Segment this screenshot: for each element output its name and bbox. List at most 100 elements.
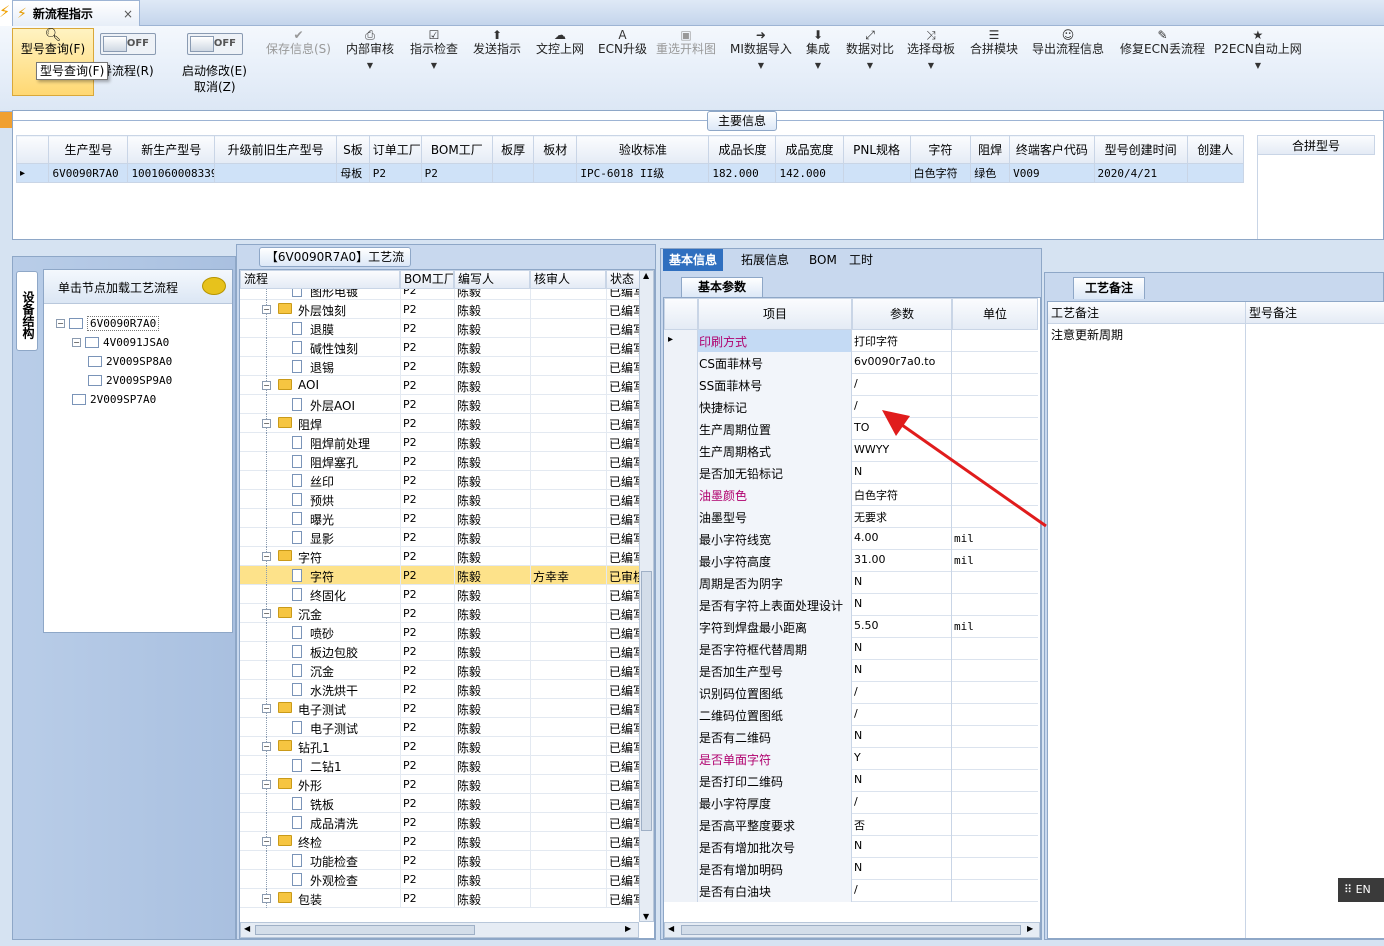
table-row[interactable]: 二钻1 P2 陈毅 已编写	[240, 756, 640, 775]
table-row[interactable]: − 钻孔1 P2 陈毅 已编写	[240, 737, 640, 756]
main-cell[interactable]: 2020/4/21	[1093, 163, 1188, 183]
table-row[interactable]: 曝光 P2 陈毅 已编写	[240, 509, 640, 528]
param-row[interactable]: 是否有白油块 /	[664, 880, 1038, 902]
param-row[interactable]: 是否有字符上表面处理设计 N	[664, 594, 1038, 616]
param-hscroll-thumb[interactable]	[681, 925, 1021, 935]
table-row[interactable]: − 电子测试 P2 陈毅 已编写	[240, 699, 640, 718]
table-row[interactable]: 终固化 P2 陈毅 已编写	[240, 585, 640, 604]
startmod-label[interactable]: 启动修改(E)	[182, 62, 247, 79]
table-row[interactable]: 显影 P2 陈毅 已编写	[240, 528, 640, 547]
chevron-down-icon[interactable]: ▼	[730, 57, 792, 71]
toolbar-button-6[interactable]: ▣ 重选开料图	[656, 28, 716, 57]
param-value[interactable]: 6v0090r7a0.to	[852, 352, 952, 374]
table-row[interactable]: 退膜 P2 陈毅 已编写	[240, 319, 640, 338]
tree-node[interactable]: − 4V0091JSA0	[72, 333, 169, 351]
chevron-down-icon[interactable]: ▼	[410, 57, 458, 71]
param-row[interactable]: 是否单面字符 Y	[664, 748, 1038, 770]
table-row[interactable]: − 字符 P2 陈毅 已编写	[240, 547, 640, 566]
main-cell[interactable]: 母板	[336, 163, 370, 183]
collapse-icon[interactable]: −	[262, 894, 271, 903]
cancel-label[interactable]: 取消(Z)	[194, 78, 236, 95]
table-row[interactable]: 铣板 P2 陈毅 已编写	[240, 794, 640, 813]
flow-toggle[interactable]: OFF	[100, 33, 156, 55]
collapse-icon[interactable]: −	[56, 318, 65, 328]
toolbar-button-2[interactable]: ☑ 指示检查 ▼	[410, 28, 458, 71]
subtab-basic-params[interactable]: 基本参数	[681, 277, 763, 297]
main-cell[interactable]: 10010600083393	[127, 163, 215, 183]
table-row[interactable]: 电子测试 P2 陈毅 已编写	[240, 718, 640, 737]
table-row[interactable]: 字符 P2 陈毅 方幸幸 已审核	[240, 566, 640, 585]
scroll-down-icon[interactable]: ▼	[643, 912, 649, 921]
scroll-left-icon[interactable]: ◀	[668, 924, 674, 933]
scroll-left-icon[interactable]: ◀	[244, 924, 250, 933]
param-row[interactable]: 是否有增加明码 N	[664, 858, 1038, 880]
param-row[interactable]: 是否打印二维码 N	[664, 770, 1038, 792]
toolbar-button-4[interactable]: ☁ 文控上网	[536, 28, 584, 57]
collapse-icon[interactable]: −	[262, 419, 271, 428]
main-cell[interactable]	[533, 163, 578, 183]
param-row[interactable]: CS面菲林号 6v0090r7a0.to	[664, 352, 1038, 374]
chevron-down-icon[interactable]: ▼	[907, 57, 955, 71]
process-vscroll[interactable]: ▲ ▼	[639, 270, 654, 922]
toolbar-button-13[interactable]: ✎ 修复ECN丢流程	[1120, 28, 1205, 57]
table-row[interactable]: 退锡 P2 陈毅 已编写	[240, 357, 640, 376]
param-row[interactable]: 最小字符厚度 /	[664, 792, 1038, 814]
table-row[interactable]: − 终检 P2 陈毅 已编写	[240, 832, 640, 851]
param-row[interactable]: 是否高平整度要求否	[664, 814, 1038, 836]
chevron-down-icon[interactable]: ▼	[346, 57, 394, 71]
process-hscroll[interactable]: ◀ ▶	[240, 922, 639, 938]
param-value[interactable]: Y	[852, 748, 952, 770]
param-row[interactable]: 是否有二维码 N	[664, 726, 1038, 748]
table-row[interactable]: 沉金 P2 陈毅 已编写	[240, 661, 640, 680]
param-value[interactable]: /	[852, 880, 952, 902]
tab-new-process[interactable]: ⚡ 新流程指示 ×	[12, 0, 140, 26]
scroll-thumb[interactable]	[641, 571, 652, 831]
collapse-icon[interactable]: −	[262, 381, 271, 390]
table-row[interactable]: − 外层蚀刻 P2 陈毅 已编写	[240, 300, 640, 319]
collapse-icon[interactable]: −	[262, 742, 271, 751]
table-row[interactable]: − 阻焊 P2 陈毅 已编写	[240, 414, 640, 433]
chevron-down-icon[interactable]: ▼	[846, 57, 894, 71]
table-row[interactable]: 外层AOI P2 陈毅 已编写	[240, 395, 640, 414]
toolbar-button-14[interactable]: ★ P2ECN自动上网 ▼	[1214, 28, 1302, 71]
table-row[interactable]: 成品清洗 P2 陈毅 已编写	[240, 813, 640, 832]
model-notes-field[interactable]	[1246, 324, 1384, 938]
param-value[interactable]: /	[852, 704, 952, 726]
main-cell[interactable]: IPC-6018 II级	[576, 163, 710, 183]
param-value[interactable]: /	[852, 792, 952, 814]
param-value[interactable]: N	[852, 770, 952, 792]
tab-1[interactable]: 拓展信息	[735, 249, 795, 271]
toolbar-button-0[interactable]: ✔ 保存信息(S)	[266, 28, 331, 57]
param-value[interactable]: N	[852, 836, 952, 858]
collapse-icon[interactable]: −	[262, 704, 271, 713]
toolbar-button-1[interactable]: ⎙ 内部审核 ▼	[346, 28, 394, 71]
collapse-icon[interactable]: −	[262, 780, 271, 789]
param-row[interactable]: 字符到焊盘最小距离 5.50 mil	[664, 616, 1038, 638]
tree-node[interactable]: 2V009SP7A0	[72, 390, 156, 408]
main-cell[interactable]: V009	[1009, 163, 1095, 183]
vtab-device[interactable]: 设备结构	[16, 271, 38, 351]
param-value[interactable]: /	[852, 682, 952, 704]
main-cell[interactable]: 142.000	[775, 163, 844, 183]
table-row[interactable]: 功能检查 P2 陈毅 已编写	[240, 851, 640, 870]
param-row[interactable]: ▸ 印刷方式 打印字符	[664, 330, 1038, 352]
table-row[interactable]: − AOI P2 陈毅 已编写	[240, 376, 640, 395]
toolbar-button-9[interactable]: ⤢ 数据对比 ▼	[846, 28, 894, 71]
table-row[interactable]: 水洗烘干 P2 陈毅 已编写	[240, 680, 640, 699]
toolbar-button-10[interactable]: ⤨ 选择母板 ▼	[907, 28, 955, 71]
param-row[interactable]: 周期是否为阴字 N	[664, 572, 1038, 594]
startmod-toggle[interactable]: OFF	[187, 33, 243, 55]
param-value[interactable]: N	[852, 572, 952, 594]
param-value[interactable]: 5.50	[852, 616, 952, 638]
tree-node[interactable]: 2V009SP9A0	[88, 371, 172, 389]
main-cell[interactable]	[213, 163, 338, 183]
close-icon[interactable]: ×	[123, 7, 133, 21]
param-row[interactable]: 是否有增加批次号 N	[664, 836, 1038, 858]
param-row[interactable]: 识别码位置图纸 /	[664, 682, 1038, 704]
scroll-up-icon[interactable]: ▲	[643, 271, 649, 280]
param-row[interactable]: 二维码位置图纸 /	[664, 704, 1038, 726]
hscroll-thumb[interactable]	[255, 925, 475, 935]
ime-indicator[interactable]: ⠿ EN	[1338, 878, 1384, 902]
param-hscroll[interactable]: ◀ ▶	[664, 922, 1040, 938]
param-row[interactable]: 是否加生产型号 N	[664, 660, 1038, 682]
